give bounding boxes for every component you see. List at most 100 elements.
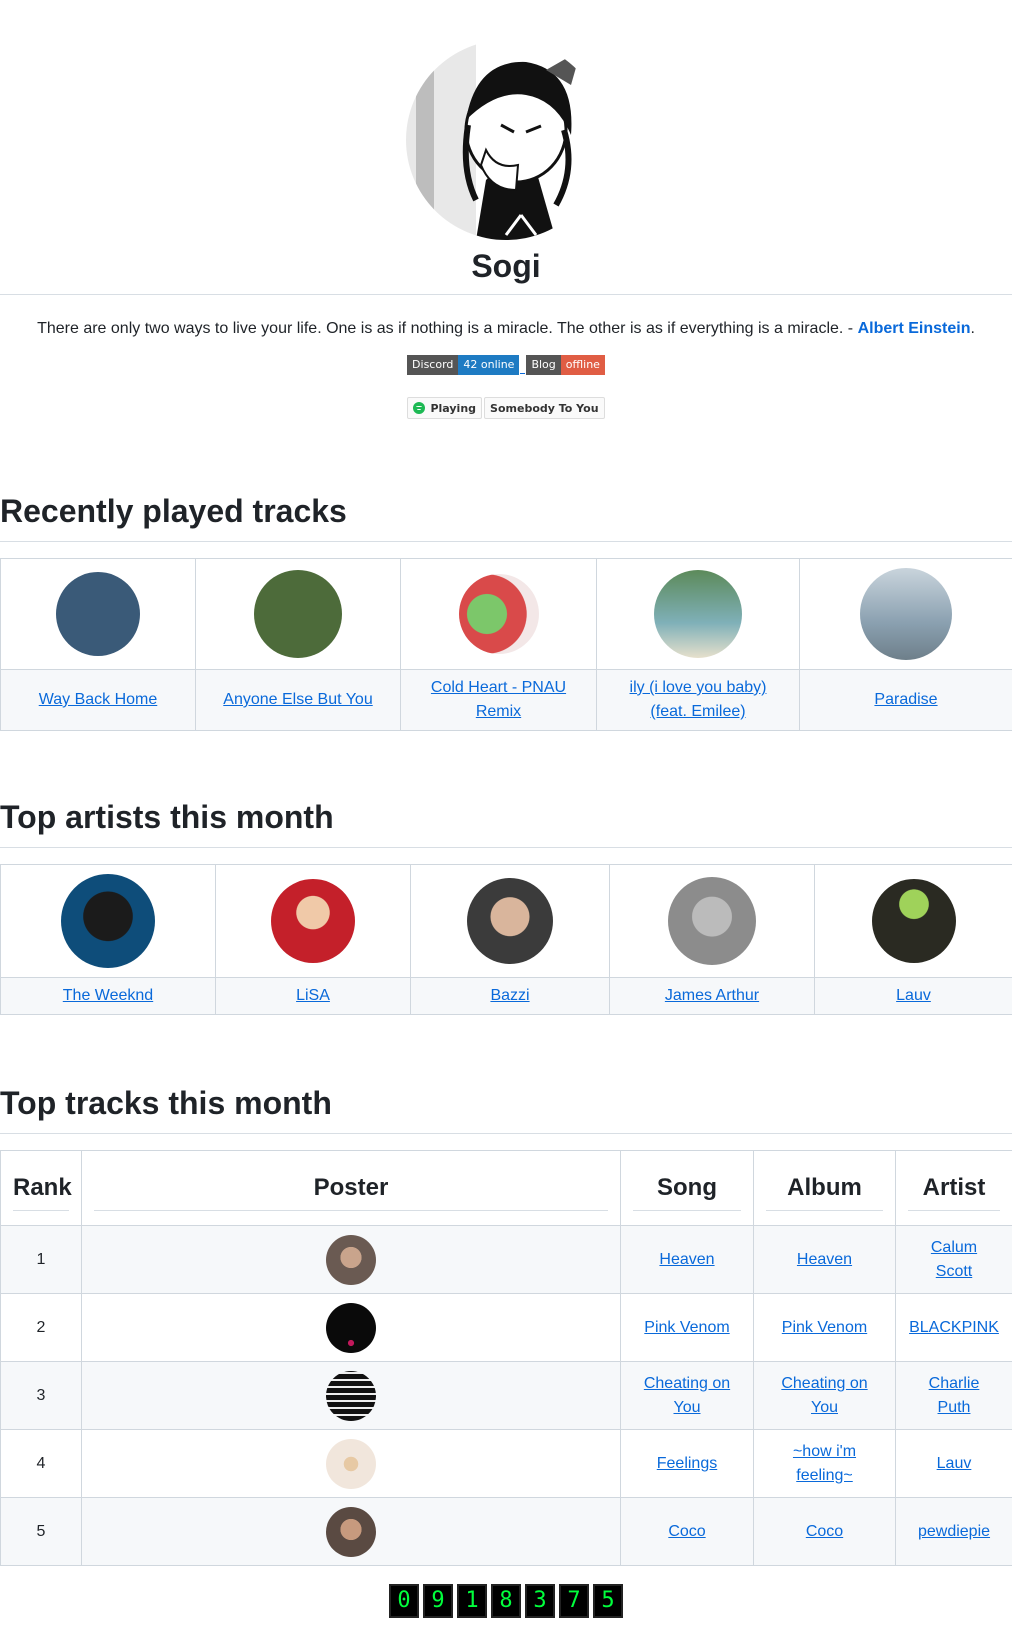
- track-cover[interactable]: [56, 572, 140, 656]
- section-title: Recently played tracks: [0, 491, 1012, 542]
- album-link[interactable]: Cheating on You: [781, 1375, 867, 1416]
- track-cover-cell: [597, 559, 800, 670]
- artist-photo-cell: [216, 865, 411, 978]
- spotify-status: Playing: [407, 397, 482, 419]
- rank-cell: 3: [1, 1362, 82, 1430]
- track-cover[interactable]: [860, 568, 952, 660]
- artist-link[interactable]: Charlie Puth: [929, 1375, 980, 1416]
- artist-name-cell: The Weeknd: [1, 978, 216, 1015]
- poster-image[interactable]: [326, 1439, 376, 1489]
- artist-link[interactable]: Lauv: [896, 987, 931, 1004]
- counter-digit: 7: [559, 1584, 589, 1618]
- album-cell: Coco: [754, 1498, 896, 1566]
- song-link[interactable]: Coco: [668, 1523, 705, 1540]
- artist-photo[interactable]: [467, 878, 553, 964]
- table-row: 4 Feelings ~how i'm feeling~ Lauv: [1, 1430, 1012, 1498]
- track-cover-cell: [401, 559, 597, 670]
- track-link[interactable]: Paradise: [874, 691, 937, 708]
- track-link[interactable]: Way Back Home: [39, 691, 158, 708]
- album-link[interactable]: ~how i'm feeling~: [793, 1443, 856, 1484]
- counter-digit: 8: [491, 1584, 521, 1618]
- rank-cell: 2: [1, 1294, 82, 1362]
- section-title: Top artists this month: [0, 797, 1012, 848]
- track-cover[interactable]: [254, 570, 342, 658]
- artist-link[interactable]: Lauv: [937, 1455, 972, 1472]
- artist-photos-row: [1, 865, 1012, 978]
- poster-image[interactable]: [326, 1371, 376, 1421]
- spotify-status-label: Playing: [430, 402, 476, 415]
- poster-image[interactable]: [326, 1507, 376, 1557]
- artist-photo[interactable]: [668, 877, 756, 965]
- poster-header: Poster: [82, 1151, 621, 1226]
- discord-badge-label: Discord: [407, 355, 458, 375]
- album-link[interactable]: Heaven: [797, 1251, 852, 1268]
- artist-link[interactable]: Calum Scott: [931, 1239, 977, 1280]
- discord-badge[interactable]: Discord42 online: [407, 355, 519, 375]
- rank-header-label: Rank: [13, 1166, 69, 1211]
- song-cell: Feelings: [621, 1430, 754, 1498]
- artist-link[interactable]: The Weeknd: [63, 987, 153, 1004]
- artist-header-label: Artist: [908, 1166, 1000, 1211]
- album-cell: Heaven: [754, 1226, 896, 1294]
- track-name-cell: Way Back Home: [1, 670, 196, 731]
- song-cell: Heaven: [621, 1226, 754, 1294]
- track-cover[interactable]: [654, 570, 742, 658]
- poster-cell: [82, 1498, 621, 1566]
- table-row: 3 Cheating on You Cheating on You Charli…: [1, 1362, 1012, 1430]
- top-tracks-section: Top tracks this month Rank Poster Song A…: [0, 1083, 1012, 1566]
- album-link[interactable]: Pink Venom: [782, 1319, 867, 1336]
- track-cover[interactable]: [459, 574, 539, 654]
- album-header-label: Album: [766, 1166, 883, 1211]
- spotify-now-playing[interactable]: Playing Somebody To You: [0, 397, 1012, 419]
- top-artists-section: Top artists this month The Weeknd LiSA B…: [0, 797, 1012, 1015]
- album-header: Album: [754, 1151, 896, 1226]
- track-name-cell: Paradise: [800, 670, 1012, 731]
- track-link[interactable]: Cold Heart - PNAU Remix: [431, 679, 566, 720]
- counter-digit: 9: [423, 1584, 453, 1618]
- song-link[interactable]: Feelings: [657, 1455, 717, 1472]
- artist-link[interactable]: Bazzi: [490, 987, 529, 1004]
- artist-photo[interactable]: [872, 879, 956, 963]
- recent-tracks-covers-row: [1, 559, 1012, 670]
- artist-photo-cell: [610, 865, 815, 978]
- avatar: [406, 40, 606, 240]
- table-row: 5 Coco Coco pewdiepie: [1, 1498, 1012, 1566]
- blog-badge[interactable]: Blogoffline: [526, 355, 605, 375]
- spotify-track: Somebody To You: [484, 397, 604, 419]
- poster-cell: [82, 1430, 621, 1498]
- spotify-icon: [413, 402, 425, 414]
- artist-names-row: The Weeknd LiSA Bazzi James Arthur Lauv: [1, 978, 1012, 1015]
- poster-header-label: Poster: [94, 1166, 608, 1211]
- poster-cell: [82, 1362, 621, 1430]
- track-link[interactable]: ily (i love you baby) (feat. Emilee): [630, 679, 767, 720]
- badge-separator: [520, 355, 525, 374]
- artist-photo[interactable]: [271, 879, 355, 963]
- counter-digit: 5: [593, 1584, 623, 1618]
- discord-badge-value: 42 online: [458, 355, 519, 375]
- rank-cell: 4: [1, 1430, 82, 1498]
- track-name-cell: Cold Heart - PNAU Remix: [401, 670, 597, 731]
- song-link[interactable]: Cheating on You: [644, 1375, 730, 1416]
- avatar-illustration-icon: [406, 40, 606, 240]
- poster-image[interactable]: [326, 1235, 376, 1285]
- recent-tracks-names-row: Way Back Home Anyone Else But You Cold H…: [1, 670, 1012, 731]
- song-link[interactable]: Heaven: [659, 1251, 714, 1268]
- artist-link[interactable]: LiSA: [296, 987, 330, 1004]
- track-cover-cell: [1, 559, 196, 670]
- song-cell: Coco: [621, 1498, 754, 1566]
- album-link[interactable]: Coco: [806, 1523, 843, 1540]
- artist-photo[interactable]: [61, 874, 155, 968]
- artist-cell: Lauv: [896, 1430, 1012, 1498]
- track-link[interactable]: Anyone Else But You: [223, 691, 372, 708]
- counter-digit: 3: [525, 1584, 555, 1618]
- poster-image[interactable]: [326, 1303, 376, 1353]
- artist-link[interactable]: James Arthur: [665, 987, 759, 1004]
- track-name-cell: Anyone Else But You: [196, 670, 401, 731]
- song-link[interactable]: Pink Venom: [644, 1319, 729, 1336]
- album-cell: Cheating on You: [754, 1362, 896, 1430]
- artist-link[interactable]: pewdiepie: [918, 1523, 990, 1540]
- artist-link[interactable]: BLACKPINK: [909, 1319, 999, 1336]
- counter-digit: 0: [389, 1584, 419, 1618]
- quote-author-link[interactable]: Albert Einstein: [858, 320, 971, 337]
- rank-cell: 1: [1, 1226, 82, 1294]
